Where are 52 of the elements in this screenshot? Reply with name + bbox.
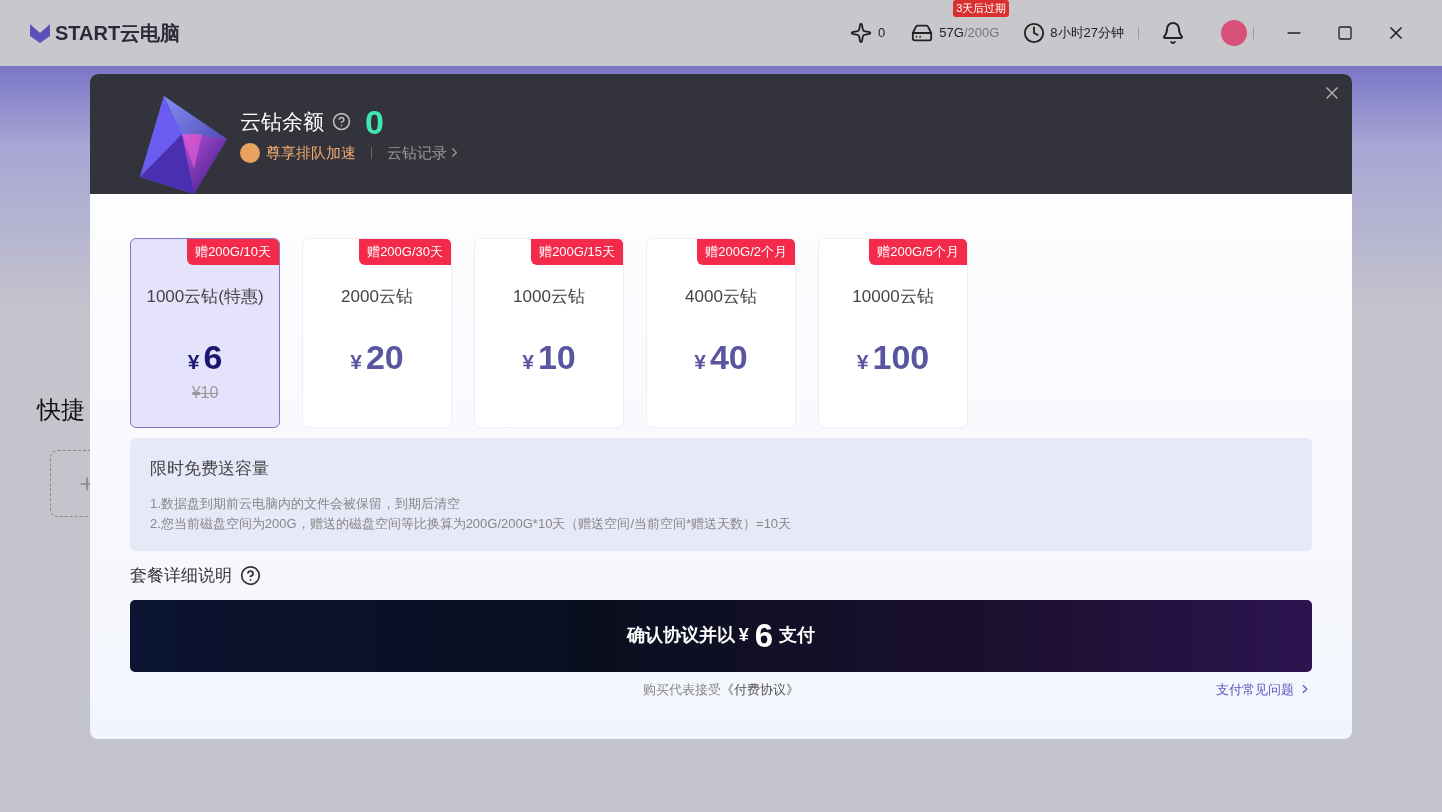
package-card[interactable]: 赠200G/15天 1000云钻 ¥10 [474,238,624,428]
agreement-text: 购买代表接受 [643,680,721,699]
storage-used: 57G [939,24,964,43]
section-title: 快捷 [37,396,86,424]
promo-note: 2.您当前磁盘空间为200G，赠送的磁盘空间等比换算为200G/200G*10天（赠送空间/当前空间*赠送天数）=10天 [150,514,793,533]
sparkle-icon [850,22,873,44]
package-card[interactable]: 赠200G/5个月 10000云钻 ¥100 [818,238,968,428]
package-price: 40 [709,337,748,376]
package-name: 10000云钻 [852,286,934,308]
currency-symbol: ¥ [187,348,200,375]
balance-label: 云钻余额 [240,108,324,135]
package-price: 10 [537,337,576,376]
agreement-link[interactable]: 《付费协议》 [721,679,799,699]
help-icon[interactable] [332,112,351,131]
package-card[interactable]: 赠200G/30天 2000云钻 ¥20 [302,238,452,428]
notification-icon[interactable] [1161,21,1185,45]
time-remaining: 8小时27分钟 [1050,24,1124,43]
clock-icon [1023,22,1046,44]
currency-symbol: ¥ [856,348,869,375]
package-name: 2000云钻 [341,286,413,308]
package-card[interactable]: 赠200G/10天 1000云钻(特惠) ¥6 ¥10 [130,238,280,428]
original-price: ¥10 [191,383,219,403]
bonus-tag: 赠200G/30天 [359,239,451,265]
help-icon[interactable] [240,565,261,587]
faq-link[interactable]: 支付常见问题 [1216,679,1312,699]
package-price: 6 [203,337,223,376]
bonus-tag: 赠200G/2个月 [697,239,795,265]
expiry-badge: 3天后过期 [953,0,1010,17]
app-logo-text: START云电脑 [55,21,181,46]
package-name: 1000云钻 [513,286,585,308]
balance-value: 0 [365,103,384,140]
currency-symbol: ¥ [350,348,362,375]
bonus-tag: 赠200G/10天 [187,239,279,265]
currency-symbol: ¥ [522,348,534,375]
package-name: 4000云钻 [685,286,757,308]
priority-queue-text: 尊享排队加速 [266,142,356,163]
bonus-tag: 赠200G/15天 [531,239,623,265]
storage-total: /200G [963,24,1000,43]
hard-drive-icon [911,22,934,44]
bonus-tag: 赠200G/5个月 [869,239,967,265]
package-price: 100 [872,337,930,376]
diamond-balance-button[interactable]: 0 [850,22,886,44]
promo-title: 限时免费送容量 [150,458,270,480]
promo-note: 1.数据盘到期前云电脑内的文件会被保留，到期后清空 [150,494,461,513]
maximize-icon[interactable] [1337,25,1353,41]
package-details-label: 套餐详细说明 [130,565,232,587]
history-link[interactable]: 云钻记录 [387,141,462,164]
logo-icon [28,21,52,45]
package-card[interactable]: 赠200G/2个月 4000云钻 ¥40 [646,238,796,428]
currency-symbol: ¥ [694,348,706,375]
package-name: 1000云钻(特惠) [146,286,264,308]
package-price: 20 [365,337,404,376]
